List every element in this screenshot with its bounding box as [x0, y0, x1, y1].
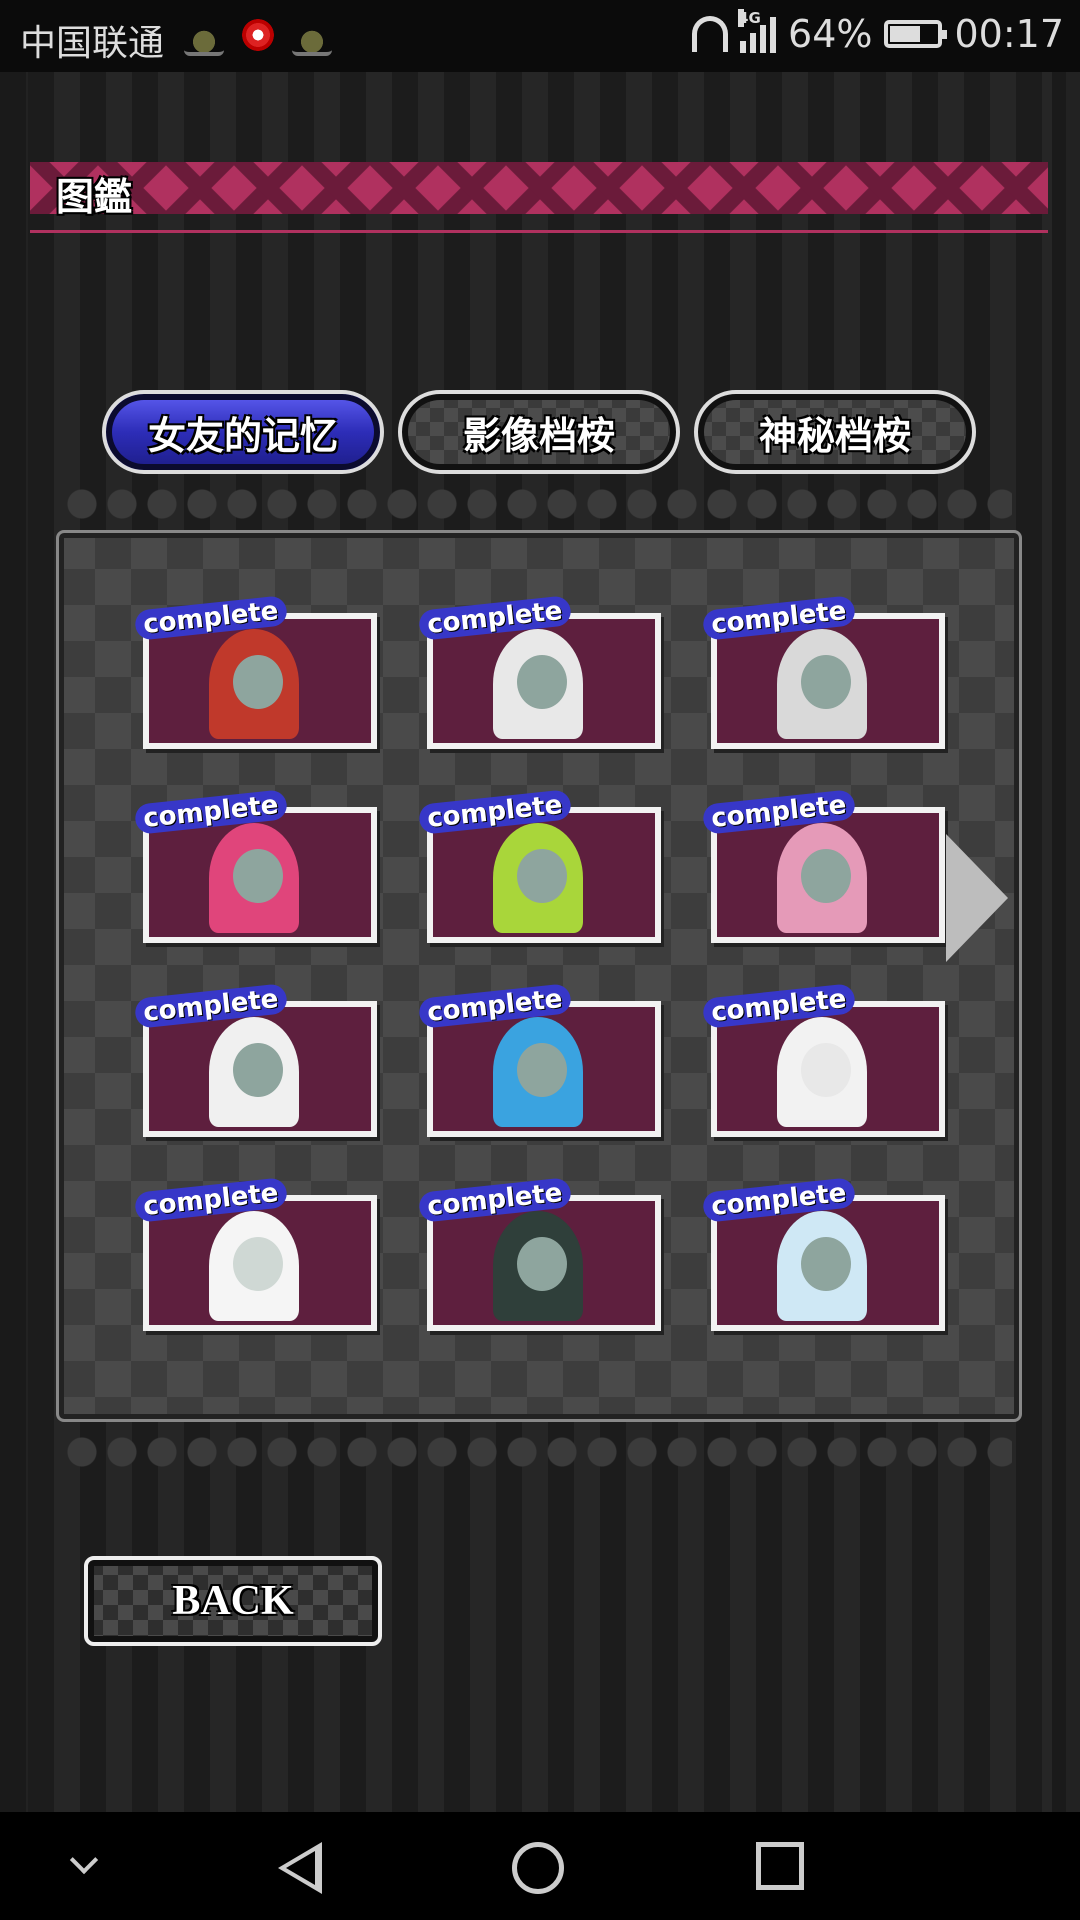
tab-girlfriend-memories[interactable]: 女友的记忆: [102, 390, 384, 474]
character-face: [233, 1043, 283, 1097]
character-face: [233, 655, 283, 709]
character-thumbnail: [149, 813, 371, 937]
character-face: [233, 1237, 283, 1291]
headset-icon: [692, 16, 729, 52]
character-thumbnail: [717, 619, 939, 743]
category-tabs: 女友的记忆 影像档桉 神秘档桉: [102, 390, 976, 474]
gallery-card[interactable]: complete: [701, 1177, 945, 1331]
character-face: [517, 655, 567, 709]
recents-icon[interactable]: [756, 1842, 804, 1890]
page-title: 图鑑: [56, 175, 133, 219]
battery-percent: 64%: [788, 12, 873, 56]
status-indicators: 4G 64% 00:17: [692, 9, 1064, 56]
character-thumbnail: [433, 1007, 655, 1131]
battery-icon: [884, 20, 948, 48]
header-banner: [30, 162, 1048, 214]
crown-icon: [184, 18, 224, 56]
character-thumbnail: [717, 813, 939, 937]
next-page-arrow-icon[interactable]: [946, 834, 1008, 962]
character-face: [517, 1043, 567, 1097]
gallery-card[interactable]: complete: [133, 595, 377, 749]
gallery-card[interactable]: complete: [133, 1177, 377, 1331]
character-thumbnail: [149, 1007, 371, 1131]
clock: 00:17: [954, 12, 1064, 56]
gallery-card[interactable]: complete: [417, 1177, 661, 1331]
signal-icon: 4G: [738, 9, 777, 53]
character-thumbnail: [717, 1201, 939, 1325]
back-icon[interactable]: [278, 1842, 322, 1894]
character-face: [801, 1043, 851, 1097]
character-thumbnail: [433, 813, 655, 937]
character-thumbnail: [149, 1201, 371, 1325]
character-thumbnail: [433, 619, 655, 743]
carrier-label: 中国联通: [20, 23, 165, 64]
character-face: [801, 655, 851, 709]
network-type: 4G: [738, 9, 761, 27]
gallery-card[interactable]: complete: [133, 983, 377, 1137]
gallery-card[interactable]: complete: [701, 595, 945, 749]
gallery-panel: complete complete complete complete complete…: [56, 530, 1022, 1422]
gallery-card[interactable]: complete: [701, 789, 945, 943]
gallery-grid: complete complete complete complete complete…: [133, 595, 945, 1331]
character-face: [801, 1237, 851, 1291]
lace-decoration-bottom: [62, 1432, 1012, 1472]
character-face: [233, 849, 283, 903]
character-thumbnail: [433, 1201, 655, 1325]
character-thumbnail: [717, 1007, 939, 1131]
status-bar: 中国联通 4G 64% 00:17: [0, 0, 1080, 72]
character-face: [517, 1237, 567, 1291]
header-divider: [30, 230, 1048, 233]
app-ring-icon: [238, 18, 278, 52]
chevron-down-icon[interactable]: [69, 1845, 99, 1875]
tab-mystery-archive[interactable]: 神秘档桉: [694, 390, 976, 474]
notification-icons: [184, 18, 332, 56]
game-screen: 图鑑 女友的记忆 影像档桉 神秘档桉 complete complete compl…: [0, 72, 1080, 1812]
gallery-card[interactable]: complete: [417, 983, 661, 1137]
gallery-card[interactable]: complete: [417, 789, 661, 943]
crown-icon: [292, 18, 332, 56]
home-icon[interactable]: [512, 1842, 564, 1894]
gallery-card[interactable]: complete: [417, 595, 661, 749]
gallery-card[interactable]: complete: [701, 983, 945, 1137]
battery-fill: [890, 26, 920, 42]
lace-decoration-top: [62, 484, 1012, 524]
system-nav-bar: [0, 1812, 1080, 1920]
tab-video-archive[interactable]: 影像档桉: [398, 390, 680, 474]
character-face: [517, 849, 567, 903]
gallery-card[interactable]: complete: [133, 789, 377, 943]
character-face: [801, 849, 851, 903]
back-button[interactable]: BACK: [84, 1556, 382, 1646]
character-thumbnail: [149, 619, 371, 743]
